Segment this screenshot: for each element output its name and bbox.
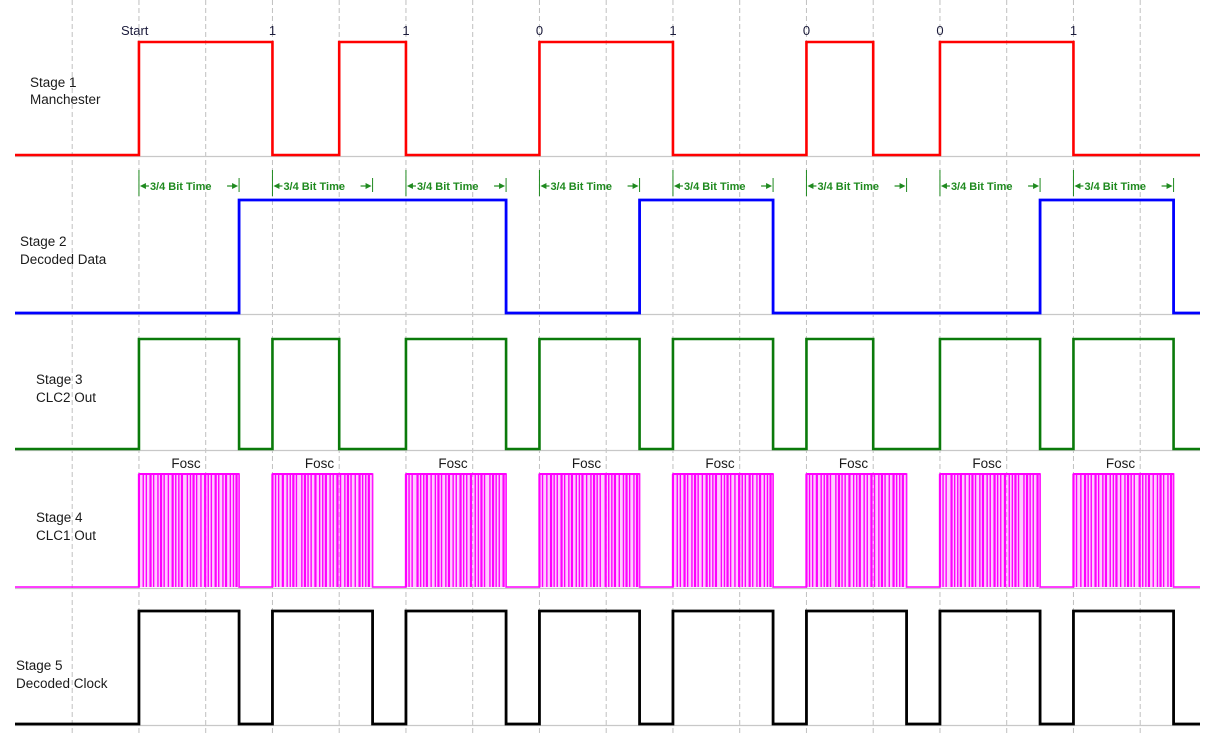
fosc-burst — [1072, 473, 1174, 587]
stage3-waveform — [15, 337, 1200, 451]
bit-time-label: 3/4 Bit Time — [550, 181, 612, 193]
stage2-label-line2: Decoded Data — [20, 252, 107, 267]
bit-time-annotation: 3/4 Bit Time — [271, 170, 374, 196]
fosc-burst — [671, 473, 774, 587]
bit-time-label: 3/4 Bit Time — [684, 181, 746, 193]
bit-time-annotation: 3/4 Bit Time — [939, 170, 1041, 196]
stage3-label-line1: Stage 3 — [36, 372, 83, 387]
stage5-label-line2: Decoded Clock — [16, 676, 108, 691]
fosc-burst — [271, 473, 373, 587]
bit-label: Start — [121, 23, 149, 38]
stage1-waveform — [15, 40, 1200, 157]
fosc-burst — [805, 473, 907, 587]
bit-label: 0 — [803, 23, 810, 38]
fosc-label: Fosc — [171, 456, 201, 471]
grid-lines — [71, 0, 1141, 734]
fosc-label: Fosc — [438, 456, 468, 471]
fosc-label: Fosc — [1106, 456, 1136, 471]
bit-time-label: 3/4 Bit Time — [1084, 181, 1146, 193]
stage1-label-line2: Manchester — [30, 92, 101, 107]
stage2-waveform — [15, 198, 1200, 315]
stage4-label-line2: CLC1 Out — [36, 528, 96, 543]
fosc-label: Fosc — [572, 456, 602, 471]
bit-label: 1 — [1070, 23, 1077, 38]
bit-time-label: 3/4 Bit Time — [283, 181, 345, 193]
bit-time-annotation: 3/4 Bit Time — [138, 170, 240, 196]
stage5-waveform — [15, 609, 1200, 726]
stage2-label-line1: Stage 2 — [20, 234, 67, 249]
fosc-label: Fosc — [839, 456, 869, 471]
fosc-label: Fosc — [705, 456, 735, 471]
stage4-label-line1: Stage 4 — [36, 510, 83, 525]
bit-time-label: 3/4 Bit Time — [417, 181, 479, 193]
bit-label: 1 — [269, 23, 276, 38]
bit-label: 1 — [402, 23, 409, 38]
fosc-burst — [938, 473, 1041, 587]
baselines — [15, 155, 1200, 727]
bit-time-label: 3/4 Bit Time — [817, 181, 879, 193]
bit-label: 1 — [669, 23, 676, 38]
bit-time-label: 3/4 Bit Time — [150, 181, 212, 193]
stage1-label-line1: Stage 1 — [30, 75, 77, 90]
labels: Stage 1 Manchester Stage 2 Decoded Data … — [16, 23, 1077, 691]
fosc-burst — [137, 473, 240, 587]
stage5-label-line1: Stage 5 — [16, 658, 63, 673]
bit-time-annotation: 3/4 Bit Time — [538, 170, 641, 196]
bit-time-annotations: 3/4 Bit Time 3/4 Bit Time 3/4 Bit Time 3/4 … — [138, 170, 1175, 196]
bit-time-annotation: 3/4 Bit Time — [405, 170, 507, 196]
fosc-burst — [404, 473, 507, 587]
fosc-label: Fosc — [305, 456, 335, 471]
bit-label: 0 — [936, 23, 943, 38]
bit-time-annotation: 3/4 Bit Time — [1072, 170, 1175, 196]
bit-time-annotation: 3/4 Bit Time — [672, 170, 774, 196]
stage3-label-line2: CLC2 Out — [36, 390, 96, 405]
bit-time-label: 3/4 Bit Time — [951, 181, 1013, 193]
timing-diagram: 3/4 Bit Time 3/4 Bit Time 3/4 Bit Time 3/4 … — [15, 0, 1200, 734]
waveforms: Fosc Fosc Fosc Fosc Fosc Fosc Fosc Fosc — [15, 40, 1200, 726]
bit-label: 0 — [536, 23, 543, 38]
fosc-burst — [538, 473, 640, 587]
bit-time-annotation: 3/4 Bit Time — [805, 170, 908, 196]
fosc-label: Fosc — [972, 456, 1002, 471]
